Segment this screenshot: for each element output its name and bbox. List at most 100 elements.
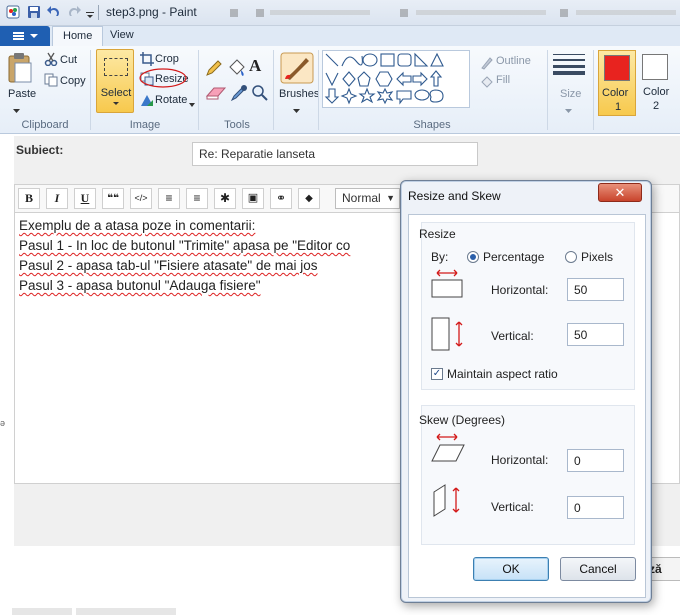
percentage-label[interactable]: Percentage [483, 250, 544, 264]
save-icon[interactable] [27, 5, 41, 19]
paste-caret-icon[interactable] [13, 104, 20, 116]
rotate-button[interactable]: Rotate [155, 94, 187, 106]
ok-button[interactable]: OK [473, 557, 549, 581]
size-button[interactable]: Size [560, 88, 581, 100]
color-button[interactable]: ◆ [298, 188, 320, 209]
skew-section-title: Skew (Degrees) [419, 413, 506, 427]
title-separator [98, 5, 99, 20]
group-separator [90, 50, 91, 130]
outline-button[interactable]: Outline [496, 55, 531, 67]
color1-swatch [604, 55, 630, 81]
italic-button[interactable]: I [46, 188, 68, 209]
rotate-icon [140, 93, 154, 110]
editor-line: Pasul 2 - apasa tab-ul "Fisiere atasate"… [19, 258, 318, 273]
eraser-icon[interactable] [205, 86, 227, 103]
background-browser-tabs [230, 9, 676, 17]
color2-label[interactable]: Color [643, 86, 669, 98]
resize-vertical-input[interactable]: 50 [567, 323, 624, 346]
tab-home[interactable]: Home [52, 26, 104, 46]
paste-button[interactable]: Paste [8, 88, 36, 100]
subject-input[interactable]: Re: Reparatie lanseta [192, 142, 478, 166]
skew-vertical-label: Vertical: [491, 500, 534, 514]
tab-view[interactable]: View [100, 26, 144, 46]
pencil-icon[interactable] [205, 59, 223, 80]
brush-icon[interactable] [280, 52, 314, 87]
chevron-down-icon: ▼ [386, 193, 395, 203]
magnifier-icon[interactable] [251, 84, 269, 105]
horizontal-resize-icon [431, 269, 463, 302]
dialog-title: Resize and Skew [408, 189, 501, 203]
size-caret-icon[interactable] [565, 104, 572, 116]
crop-button[interactable]: Crop [155, 53, 179, 65]
format-select-value: Normal [342, 191, 381, 205]
spoiler-button[interactable]: ✱ [214, 188, 236, 209]
ribbon-tab-bar: Home View [0, 26, 680, 46]
size-lines-icon[interactable] [553, 53, 585, 78]
skew-horizontal-input[interactable]: 0 [567, 449, 624, 472]
copy-button[interactable]: Copy [60, 75, 86, 87]
group-shapes-label: Shapes [413, 119, 451, 131]
paste-icon[interactable] [7, 52, 33, 87]
customize-toolbar-icon[interactable] [86, 9, 94, 23]
color2-swatch[interactable] [642, 54, 668, 80]
resize-horizontal-input[interactable]: 50 [567, 278, 624, 301]
color-picker-icon[interactable] [230, 84, 248, 105]
ribbon: Paste Cut Copy Clipboard Select Crop Res… [0, 46, 680, 134]
shapes-grid-icon[interactable] [323, 51, 463, 109]
window-title: step3.png - Paint [106, 5, 197, 19]
rotate-caret-icon[interactable] [189, 98, 195, 110]
group-separator [318, 50, 319, 130]
skew-vertical-input[interactable]: 0 [567, 496, 624, 519]
bottom-tab[interactable] [12, 608, 72, 615]
text-tool-icon[interactable]: A [249, 56, 261, 76]
group-separator [198, 50, 199, 130]
image-button[interactable]: ▣ [242, 188, 264, 209]
brushes-caret-icon[interactable] [293, 104, 300, 116]
color1-label: Color [602, 87, 629, 99]
group-separator [547, 50, 548, 130]
red-circle-annotation [138, 66, 188, 93]
group-separator [593, 50, 594, 130]
cut-button[interactable]: Cut [60, 54, 77, 66]
dialog-body: Resize By: Percentage Pixels Horizontal:… [408, 214, 646, 598]
format-select[interactable]: Normal ▼ [335, 188, 400, 209]
color1-button[interactable]: Color 1 [598, 50, 636, 116]
close-button[interactable]: ✕ [598, 183, 642, 202]
undo-icon[interactable] [46, 5, 62, 19]
bottom-tab[interactable] [76, 608, 176, 615]
vertical-resize-icon [431, 317, 465, 354]
title-bar: step3.png - Paint [0, 0, 680, 26]
pixels-radio[interactable] [565, 251, 577, 263]
group-separator [273, 50, 274, 130]
redo-icon[interactable] [66, 5, 82, 19]
file-menu-button[interactable] [0, 26, 50, 46]
cancel-button[interactable]: Cancel [560, 557, 636, 581]
resize-skew-dialog: Resize and Skew ✕ Resize By: Percentage … [400, 180, 652, 603]
subject-label: Subiect: [16, 143, 64, 157]
color1-number: 1 [615, 101, 622, 113]
select-button[interactable]: Select [96, 49, 134, 113]
fill-icon [480, 75, 494, 92]
chevron-down-icon [113, 102, 119, 105]
percentage-radio[interactable] [467, 251, 479, 263]
bullet-list-button[interactable]: ≡ [158, 188, 180, 209]
resize-section-title: Resize [419, 227, 456, 241]
maintain-aspect-checkbox[interactable]: ✓ [431, 368, 443, 380]
resize-horizontal-label: Horizontal: [491, 283, 549, 297]
link-button[interactable]: ⚭ [270, 188, 292, 209]
brushes-button[interactable]: Brushes [279, 88, 319, 100]
underline-button[interactable]: U [74, 188, 96, 209]
fill-bucket-icon[interactable] [227, 58, 247, 81]
skew-horizontal-label: Horizontal: [491, 453, 549, 467]
file-menu-icon [13, 32, 24, 40]
maintain-aspect-label[interactable]: Maintain aspect ratio [447, 367, 558, 381]
numbered-list-button[interactable]: ≡ [186, 188, 208, 209]
screen: step3.png - Paint Home View Paste Cut Co… [0, 0, 680, 615]
pixels-label[interactable]: Pixels [581, 250, 613, 264]
code-button[interactable]: </> [130, 188, 152, 209]
quote-button[interactable]: ❝❝ [102, 188, 124, 209]
editor-line: Pasul 3 - apasa butonul "Adauga fisiere" [19, 278, 261, 293]
fill-button[interactable]: Fill [496, 74, 510, 86]
bold-button[interactable]: B [18, 188, 40, 209]
close-icon: ✕ [614, 185, 626, 200]
